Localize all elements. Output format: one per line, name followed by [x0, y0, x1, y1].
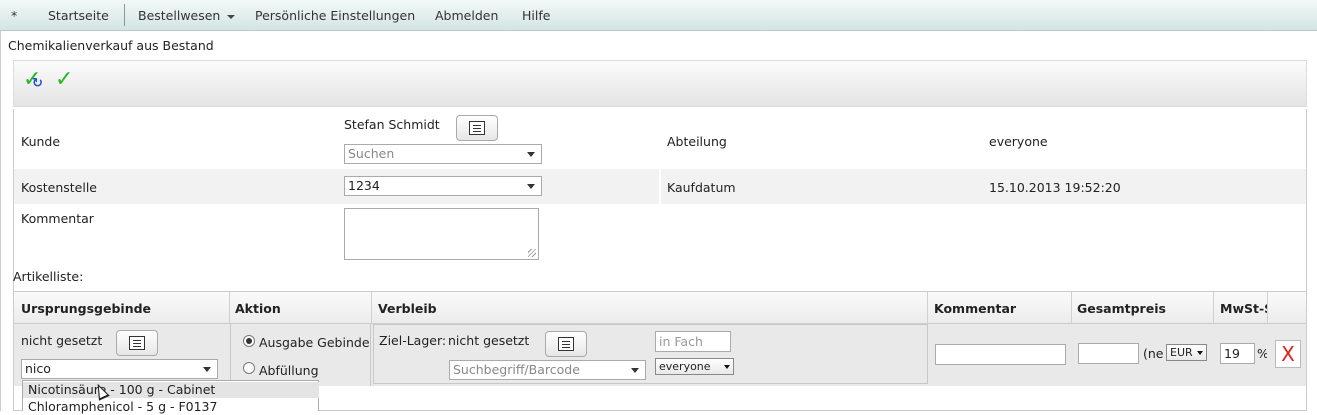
menu-item-bestellwesen[interactable]: Bestellwesen [138, 8, 236, 23]
mwst-value: 19 [1224, 346, 1240, 361]
kostenstelle-select[interactable]: 1234 [344, 176, 542, 196]
barcode-search-select[interactable]: Suchbegriff/Barcode [449, 360, 646, 380]
ursprung-status: nicht gesetzt [21, 333, 103, 348]
verbleib-cell: Ziel-Lager: nicht gesetzt in Fach Suchbe… [373, 324, 928, 384]
header-verbleib: Verbleib [378, 301, 437, 316]
header-divider [927, 292, 928, 324]
header-divider [371, 292, 372, 324]
menu-item-star[interactable]: * [11, 8, 17, 23]
customer-form: Kunde Stefan Schmidt Suchen Abteilung ev… [13, 109, 1307, 300]
fach-input[interactable]: in Fach [655, 331, 731, 352]
menu-item-bestellwesen-label: Bestellwesen [138, 8, 221, 23]
header-kommentar: Kommentar [934, 301, 1017, 316]
form-row-kunde: Kunde Stefan Schmidt Suchen Abteilung ev… [14, 109, 1306, 169]
form-row-kommentar: Kommentar [14, 204, 1306, 267]
chevron-down-icon [527, 152, 535, 157]
ziel-lager-picker-button[interactable] [545, 331, 587, 357]
page-content: Chemikalienverkauf aus Bestand ✓ ↻ ✓ Kund… [0, 31, 1317, 411]
page-title: Chemikalienverkauf aus Bestand [8, 38, 214, 53]
group-select[interactable]: everyone [655, 358, 734, 375]
table-row: nicht gesetzt nico Ausgabe Gebinde Abfül… [14, 324, 1306, 386]
kunde-search-placeholder: Suchen [348, 146, 395, 161]
list-picker-icon [129, 336, 145, 350]
currency-value: EUR [1170, 346, 1193, 359]
kaufdatum-value: 15.10.2013 19:52:20 [989, 180, 1121, 195]
radio-ausgabe-gebinde[interactable] [243, 335, 255, 347]
gesamtpreis-input[interactable] [1078, 343, 1139, 364]
ursprung-search-input[interactable]: nico [21, 359, 218, 379]
column-divider [659, 169, 661, 204]
header-aktion: Aktion [235, 301, 281, 316]
header-divider [229, 292, 230, 324]
fach-placeholder: in Fach [659, 334, 703, 349]
ziel-lager-label: Ziel-Lager: [379, 333, 447, 348]
aktion-cell: Ausgabe Gebinde Abfüllung [230, 324, 371, 386]
kostenstelle-label: Kostenstelle [21, 180, 97, 195]
kunde-label: Kunde [21, 134, 61, 149]
header-ursprungsgebinde: Ursprungsgebinde [21, 301, 152, 316]
kunde-picker-button[interactable] [456, 115, 498, 141]
list-picker-icon [558, 337, 574, 351]
menu-item-abmelden[interactable]: Abmelden [435, 8, 498, 23]
check-icon[interactable]: ✓ [55, 69, 73, 91]
resize-grip-icon[interactable] [528, 249, 536, 257]
menu-item-hilfe[interactable]: Hilfe [522, 8, 550, 23]
menu-separator [124, 4, 125, 26]
save-apply-icon[interactable]: ✓ ↻ [23, 69, 43, 91]
header-divider [1267, 292, 1268, 324]
action-toolbar: ✓ ↻ ✓ [13, 60, 1307, 107]
ziel-lager-value: nicht gesetzt [448, 333, 530, 348]
kommentar-textarea[interactable] [344, 208, 539, 260]
kostenstelle-value: 1234 [348, 178, 380, 193]
kaufdatum-label: Kaufdatum [667, 180, 736, 195]
menu-item-startseite[interactable]: Startseite [48, 8, 109, 23]
row-kommentar-input[interactable] [935, 344, 1066, 365]
mwst-unit: % [1257, 346, 1267, 361]
aktion-option-abfuellung: Abfüllung [259, 363, 319, 378]
kommentar-label: Kommentar [21, 211, 94, 226]
chevron-down-icon [1197, 351, 1203, 355]
aktion-option-ausgabe: Ausgabe Gebinde [259, 335, 370, 350]
menu-item-persoenliche-einstellungen[interactable]: Persönliche Einstellungen [255, 8, 415, 23]
article-table-header: Ursprungsgebinde Aktion Verbleib Komment… [14, 292, 1306, 324]
barcode-placeholder: Suchbegriff/Barcode [453, 362, 580, 377]
radio-abfuellung[interactable] [243, 362, 255, 374]
ursprung-picker-button[interactable] [116, 330, 158, 356]
chevron-down-icon [227, 14, 236, 19]
autocomplete-item[interactable]: Chloramphenicol - 5 g - F0137 [23, 399, 319, 415]
group-select-value: everyone [659, 360, 711, 373]
top-menubar: * Startseite Bestellwesen Persönliche Ei… [0, 0, 1317, 31]
mwst-input[interactable]: 19 [1220, 343, 1255, 364]
chevron-down-icon [631, 368, 639, 373]
kunde-value: Stefan Schmidt [344, 117, 440, 132]
header-gesamtpreis: Gesamtpreis [1077, 301, 1166, 316]
abteilung-label: Abteilung [667, 134, 727, 149]
kunde-search-select[interactable]: Suchen [344, 144, 542, 164]
form-row-kostenstelle: Kostenstelle 1234 Kaufdatum 15.10.2013 1… [14, 169, 1306, 204]
chevron-down-icon [527, 184, 535, 189]
chevron-down-icon [203, 367, 211, 372]
ursprung-input-value: nico [25, 361, 51, 376]
delete-row-button[interactable]: X [1275, 340, 1301, 368]
price-prefix: (ne [1143, 346, 1164, 361]
header-divider [1071, 292, 1072, 324]
list-picker-icon [469, 121, 485, 135]
abteilung-value: everyone [989, 134, 1048, 149]
artikelliste-label: Artikelliste: [13, 269, 84, 284]
autocomplete-item[interactable]: Nicotinsäure - 100 g - Cabinet [23, 382, 319, 398]
chevron-down-icon [724, 365, 730, 369]
close-icon: X [1281, 342, 1295, 366]
header-divider [1213, 292, 1214, 324]
currency-select[interactable]: EUR [1166, 344, 1207, 361]
autocomplete-dropdown: Nicotinsäure - 100 g - Cabinet Chloramph… [22, 380, 319, 414]
header-mwst: MwSt-S [1220, 301, 1267, 316]
